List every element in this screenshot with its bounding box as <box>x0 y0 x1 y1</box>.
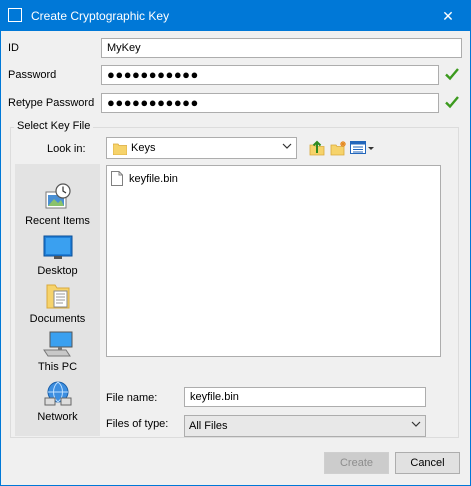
file-type-value: All Files <box>189 420 228 432</box>
look-in-value: Keys <box>131 142 156 154</box>
file-type-select[interactable]: All Files <box>184 415 426 437</box>
places-bar: Recent Items Desktop Documents This PC N… <box>15 164 100 436</box>
retype-valid-check-icon <box>445 96 459 109</box>
new-folder-icon[interactable] <box>330 140 347 156</box>
up-folder-icon[interactable] <box>309 140 325 156</box>
folder-icon <box>113 143 127 155</box>
id-input[interactable]: MyKey <box>101 38 462 58</box>
retype-password-label: Retype Password <box>8 97 95 109</box>
place-recent-items[interactable]: Recent Items <box>15 182 100 227</box>
list-item[interactable]: keyfile.bin <box>111 171 178 186</box>
look-in-label: Look in: <box>47 143 86 155</box>
chevron-down-icon <box>282 143 292 149</box>
view-menu-button[interactable] <box>350 141 374 155</box>
recent-items-icon <box>45 183 71 209</box>
password-label: Password <box>8 69 57 81</box>
place-label: Desktop <box>37 265 78 277</box>
place-network[interactable]: Network <box>15 380 100 423</box>
view-list-icon <box>350 141 374 154</box>
place-label: Documents <box>29 313 86 325</box>
documents-icon <box>46 284 69 309</box>
file-list[interactable]: keyfile.bin <box>106 165 441 357</box>
place-this-pc[interactable]: This PC <box>15 330 100 373</box>
place-label: Recent Items <box>25 215 90 227</box>
file-type-label: Files of type: <box>106 418 169 430</box>
file-name: keyfile.bin <box>129 172 178 185</box>
file-name-label: File name: <box>106 392 158 404</box>
place-label: This PC <box>37 361 78 373</box>
place-documents[interactable]: Documents <box>15 282 100 325</box>
password-input[interactable]: ●●●●●●●●●●● <box>101 65 439 85</box>
network-icon <box>44 381 71 406</box>
file-icon <box>111 171 123 186</box>
look-in-combo[interactable]: Keys <box>106 137 297 159</box>
select-key-file-title: Select Key File <box>14 120 94 132</box>
create-button[interactable]: Create <box>324 452 389 474</box>
id-label: ID <box>8 42 19 54</box>
this-pc-icon <box>42 331 72 357</box>
password-valid-check-icon <box>445 68 459 81</box>
place-label: Network <box>37 411 78 423</box>
chevron-down-icon <box>411 421 421 427</box>
file-name-input[interactable]: keyfile.bin <box>184 387 426 407</box>
app-icon <box>8 8 22 22</box>
retype-password-input[interactable]: ●●●●●●●●●●● <box>101 93 439 113</box>
title-bar: Create Cryptographic Key ✕ <box>1 1 470 31</box>
close-button[interactable]: ✕ <box>426 1 470 31</box>
close-icon: ✕ <box>442 7 454 24</box>
place-desktop[interactable]: Desktop <box>15 234 100 277</box>
window-title: Create Cryptographic Key <box>31 9 170 23</box>
desktop-icon <box>43 235 72 259</box>
cancel-button[interactable]: Cancel <box>395 452 460 474</box>
